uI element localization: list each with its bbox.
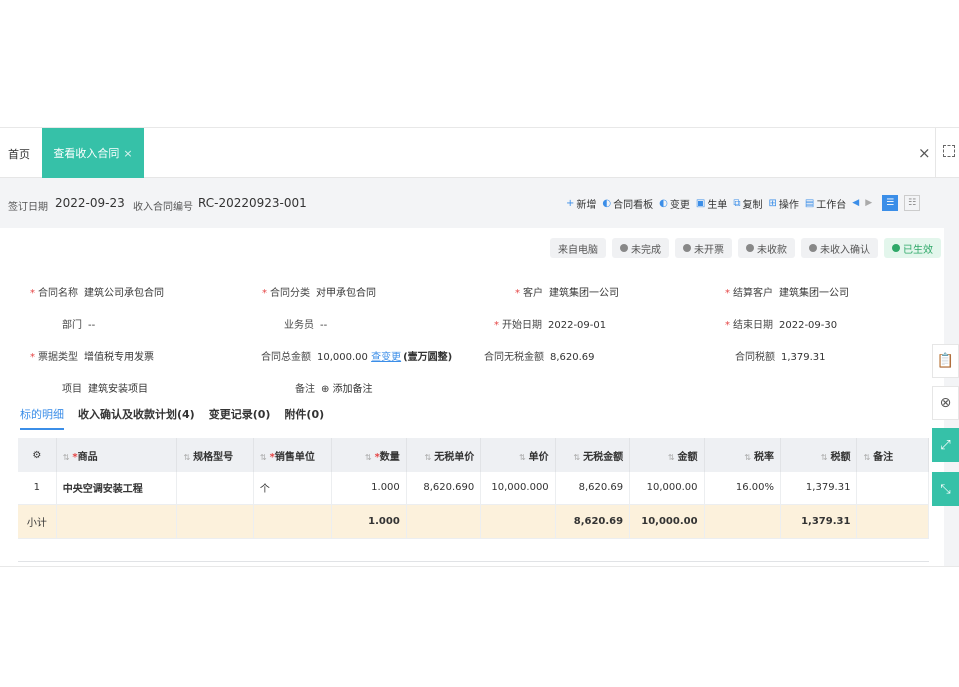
side-collapse-icon[interactable]: ⤡ xyxy=(932,472,959,506)
status-badge-not-recognized: 未收入确认 xyxy=(801,238,878,258)
window-close-icon[interactable]: × xyxy=(918,144,931,162)
column-header[interactable]: ⇅ 税率 xyxy=(704,438,782,472)
sign-date-label: 签订日期 xyxy=(8,202,48,213)
field-settle-customer: * 结算客户 建筑集团一公司 xyxy=(725,288,849,299)
field-start-date: * 开始日期 2022-09-01 xyxy=(494,320,607,331)
column-header[interactable]: ⇅ 金额 xyxy=(629,438,705,472)
side-document-icon[interactable]: 📋 xyxy=(932,344,959,378)
column-header[interactable]: ⇅ *数量 xyxy=(331,438,407,472)
table-scroll-area[interactable] xyxy=(18,548,929,562)
divider xyxy=(935,128,936,178)
field-tax-amount: 合同税额 1,379.31 xyxy=(735,352,826,363)
contract-board-button[interactable]: ◐ 合同看板 xyxy=(602,196,653,211)
tab-view-income-contract[interactable]: 查看收入合同 × xyxy=(42,128,144,178)
copy-button[interactable]: ⧉ 复制 xyxy=(733,196,762,211)
add-button[interactable]: + 新增 xyxy=(566,196,596,211)
status-badges: 来自电脑 未完成 未开票 未收款 未收入确认 已生效 xyxy=(550,238,941,258)
workbench-button[interactable]: ▤ 工作台 xyxy=(805,196,846,211)
field-department: 部门 -- xyxy=(62,320,96,331)
table-row[interactable]: 1 中央空调安装工程 个 1.000 8,620.690 10,000.000 … xyxy=(18,472,929,505)
status-badge-not-collected: 未收款 xyxy=(738,238,795,258)
change-icon: ◐ xyxy=(659,197,668,209)
operations-button[interactable]: ⊞ 操作 xyxy=(768,196,798,211)
plus-icon: + xyxy=(566,197,575,209)
document-icon: ▣ xyxy=(695,197,706,209)
next-icon[interactable]: ▶ xyxy=(865,198,872,208)
status-badge-effective: 已生效 xyxy=(884,238,941,258)
view-change-link[interactable]: 查变更 xyxy=(371,352,401,363)
field-salesperson: 业务员 -- xyxy=(284,320,328,331)
field-amount-no-tax: 合同无税金额 8,620.69 xyxy=(484,352,595,363)
contract-no-value: RC-20220923-001 xyxy=(198,196,307,210)
subtotal-row: 小计 1.000 8,620.69 10,000.00 1,379.31 xyxy=(18,504,929,539)
tab-bar: 首页 查看收入合同 × × xyxy=(0,128,959,178)
tab-home[interactable]: 首页 xyxy=(8,146,30,162)
field-bill-type: * 票据类型 增值税专用发票 xyxy=(30,352,154,363)
table-header-row: ⚙ ⇅ *商品 ⇅ 规格型号 ⇅ *销售单位 ⇅ *数量 ⇅ 无税单价 ⇅ 单价 ⇅ 无税金额… xyxy=(18,438,929,472)
column-header[interactable]: ⇅ *销售单位 xyxy=(253,438,333,472)
workbench-icon: ▤ xyxy=(804,197,815,209)
tab-close-icon[interactable]: × xyxy=(123,147,132,160)
field-remark: 备注 ⊕ 添加备注 xyxy=(295,384,373,395)
subtab-items[interactable]: 标的明细 xyxy=(20,406,64,430)
column-header[interactable]: ⇅ 规格型号 xyxy=(176,438,254,472)
subtab-attachments[interactable]: 附件(0) xyxy=(284,406,324,430)
fullscreen-icon[interactable] xyxy=(943,145,955,157)
column-header[interactable]: ⇅ 无税金额 xyxy=(555,438,631,472)
column-header[interactable]: ⇅ 单价 xyxy=(480,438,556,472)
app-window: 首页 查看收入合同 × × 签订日期 2022-09-23 收入合同编号 RC-… xyxy=(0,127,959,567)
column-header[interactable]: ⇅ *商品 xyxy=(56,438,178,472)
column-header[interactable]: ⇅ 备注 xyxy=(856,438,929,472)
column-header[interactable]: ⇅ 无税单价 xyxy=(406,438,482,472)
column-header[interactable]: ⇅ 税额 xyxy=(780,438,858,472)
field-customer: * 客户 建筑集团一公司 xyxy=(515,288,619,299)
status-dot-icon xyxy=(683,244,691,252)
detail-view-icon[interactable]: ☷ xyxy=(904,195,921,211)
field-end-date: * 结束日期 2022-09-30 xyxy=(725,320,838,331)
status-dot-icon xyxy=(620,244,628,252)
field-contract-name: * 合同名称 建筑公司承包合同 xyxy=(30,288,164,299)
toolbar: + 新增 ◐ 合同看板 ◐ 变更 ▣ 生单 ⧉ 复制 ⊞ 操作 ▤ 工作台 ◀ ▶ ☰ ☷ xyxy=(566,195,921,211)
status-badge-incomplete: 未完成 xyxy=(612,238,669,258)
generate-order-button[interactable]: ▣ 生单 xyxy=(696,196,727,211)
items-table: ⚙ ⇅ *商品 ⇅ 规格型号 ⇅ *销售单位 ⇅ *数量 ⇅ 无税单价 ⇅ 单价 ⇅ 无税金额… xyxy=(18,438,929,539)
subtab-income-plan[interactable]: 收入确认及收款计划(4) xyxy=(78,406,195,430)
status-dot-icon xyxy=(746,244,754,252)
add-remark-button[interactable]: ⊕ 添加备注 xyxy=(321,384,373,395)
status-badge-source: 来自电脑 xyxy=(550,238,606,258)
contract-no-label: 收入合同编号 xyxy=(133,202,193,213)
contract-card: 来自电脑 未完成 未开票 未收款 未收入确认 已生效 * 合同名称 建筑公司承包合同… xyxy=(0,228,944,566)
grid-icon: ⊞ xyxy=(768,197,777,209)
field-project: 项目 建筑安装项目 xyxy=(62,384,148,395)
list-view-icon[interactable]: ☰ xyxy=(882,195,899,211)
sign-date-value: 2022-09-23 xyxy=(55,196,125,210)
contract-meta-row: 签订日期 2022-09-23 收入合同编号 RC-20220923-001 +… xyxy=(0,178,959,228)
column-settings-icon[interactable]: ⚙ xyxy=(18,438,57,472)
copy-icon: ⧉ xyxy=(733,197,741,209)
change-button[interactable]: ◐ 变更 xyxy=(659,196,690,211)
tab-label: 查看收入合同 xyxy=(53,147,120,160)
status-dot-icon xyxy=(809,244,817,252)
subtab-change-log[interactable]: 变更记录(0) xyxy=(209,406,271,430)
side-expand-icon[interactable]: ⤢ xyxy=(932,428,959,462)
field-total-amount: 合同总金额 10,000.00 查变更 (壹万圆整) xyxy=(261,352,453,363)
status-badge-not-invoiced: 未开票 xyxy=(675,238,732,258)
field-contract-type: * 合同分类 对甲承包合同 xyxy=(262,288,376,299)
detail-subtabs: 标的明细 收入确认及收款计划(4) 变更记录(0) 附件(0) xyxy=(20,406,324,430)
prev-icon[interactable]: ◀ xyxy=(852,198,859,208)
board-icon: ◐ xyxy=(602,197,612,209)
check-circle-icon xyxy=(892,244,900,252)
side-history-icon[interactable]: ⊗ xyxy=(932,386,959,420)
